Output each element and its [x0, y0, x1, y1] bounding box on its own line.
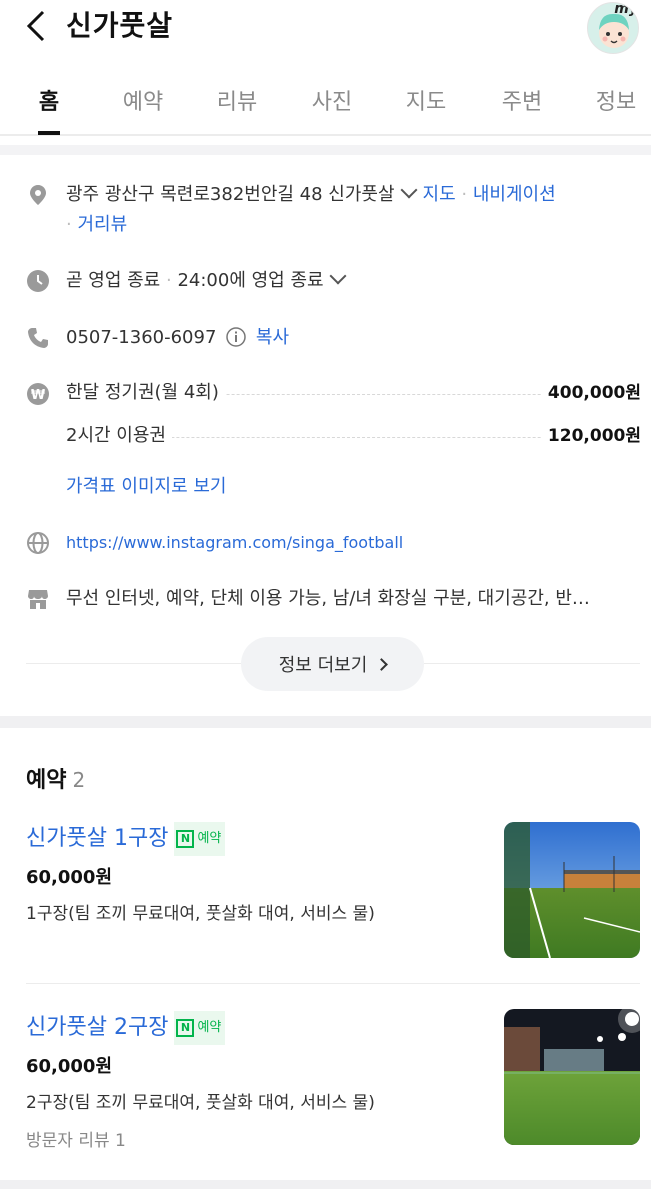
separator-dot: ·	[66, 214, 72, 235]
map-link[interactable]: 지도	[423, 184, 456, 205]
section-divider	[0, 145, 651, 155]
price-image-link[interactable]: 가격표 이미지로 보기	[66, 472, 226, 502]
more-info-label: 정보 더보기	[278, 655, 368, 676]
price-name: 2시간 이용권	[66, 421, 172, 451]
section-divider	[0, 716, 651, 728]
field-photo-day[interactable]	[504, 822, 640, 958]
won-icon: ₩	[27, 383, 49, 405]
phone-number[interactable]: 0507-1360-6097	[66, 327, 216, 348]
tab-info[interactable]: 정보	[586, 84, 646, 116]
avatar-label: my	[614, 2, 638, 17]
location-pin-icon	[30, 185, 46, 205]
address-text[interactable]: 광주 광산구 목련로382번안길 48 신가풋살	[66, 184, 395, 205]
separator-dot: ·	[165, 270, 172, 291]
tab-photo[interactable]: 사진	[302, 84, 362, 116]
naver-n-icon: N	[176, 830, 195, 848]
amenities-text: 무선 인터넷, 예약, 단체 이용 가능, 남/녀 화장실 구분, 대기공간, …	[66, 588, 590, 609]
clock-icon	[27, 270, 49, 292]
item-price: 60,000원	[26, 867, 113, 888]
item-description: 2구장(팀 조끼 무료대여, 풋살화 대여, 서비스 물)	[26, 1093, 375, 1113]
tab-active-indicator	[38, 131, 60, 135]
reservation-count: 2	[72, 768, 86, 792]
tab-home[interactable]: 홈	[19, 84, 79, 116]
chevron-right-icon	[375, 657, 389, 671]
hours-status: 곧 영업 종료	[66, 270, 161, 291]
item-name[interactable]: 신가풋살 2구장	[26, 1015, 168, 1040]
store-icon	[28, 590, 48, 609]
website-link[interactable]: https://www.instagram.com/singa_football	[66, 528, 403, 558]
tab-map[interactable]: 지도	[396, 84, 456, 116]
visitor-review-count[interactable]: 방문자 리뷰 1	[26, 1127, 126, 1155]
tab-nearby[interactable]: 주변	[492, 84, 552, 116]
reservation-item[interactable]: 신가풋살 1구장 N 예약 60,000원 1구장(팀 조끼 무료대여, 풋살화 대…	[0, 822, 651, 982]
svg-text:₩: ₩	[31, 388, 46, 403]
price-value: 400,000원	[541, 378, 641, 408]
reservation-title: 예약	[26, 768, 67, 793]
price-row: 2시간 이용권 120,000원	[66, 421, 641, 451]
back-button[interactable]	[18, 6, 54, 46]
hours-detail: 24:00에 영업 종료	[177, 270, 324, 291]
badge-label: 예약	[197, 831, 222, 846]
price-row: 한달 정기권(월 4회) 400,000원	[66, 378, 641, 408]
tab-reservation[interactable]: 예약	[113, 84, 173, 116]
divider-line	[26, 983, 640, 984]
price-name: 한달 정기권(월 4회)	[66, 378, 225, 408]
naver-n-icon: N	[176, 1019, 195, 1037]
chevron-down-icon[interactable]	[400, 181, 418, 199]
globe-icon	[27, 532, 49, 554]
avatar[interactable]: my	[587, 2, 639, 54]
field-photo-night[interactable]	[504, 1009, 640, 1145]
top-bar: 신가풋살 my	[0, 0, 651, 60]
item-price: 60,000원	[26, 1056, 113, 1077]
badge-label: 예약	[197, 1020, 222, 1035]
copy-button[interactable]: 복사	[256, 327, 289, 348]
npay-badge: N 예약	[174, 822, 226, 856]
reservation-header: 예약 2	[26, 762, 85, 794]
tab-review[interactable]: 리뷰	[207, 84, 267, 116]
page-title: 신가풋살	[66, 9, 174, 42]
chevron-left-icon	[26, 10, 45, 42]
price-value: 120,000원	[541, 421, 641, 451]
item-description: 1구장(팀 조끼 무료대여, 풋살화 대여, 서비스 물)	[26, 904, 375, 924]
street-view-link[interactable]: 거리뷰	[77, 214, 127, 235]
item-name[interactable]: 신가풋살 1구장	[26, 826, 168, 851]
more-info-button[interactable]: 정보 더보기	[241, 637, 424, 691]
reservation-item[interactable]: 신가풋살 2구장 N 예약 60,000원 2구장(팀 조끼 무료대여, 풋살화 대…	[0, 1009, 651, 1181]
info-icon[interactable]	[226, 327, 246, 347]
navigation-link[interactable]: 내비게이션	[473, 184, 556, 205]
section-divider	[0, 1180, 651, 1189]
tab-bar: 홈 예약 리뷰 사진 지도 주변 정보	[0, 70, 651, 136]
separator-dot: ·	[461, 184, 468, 205]
npay-badge: N 예약	[174, 1011, 226, 1045]
phone-icon	[28, 328, 48, 348]
chevron-down-icon[interactable]	[329, 267, 347, 285]
